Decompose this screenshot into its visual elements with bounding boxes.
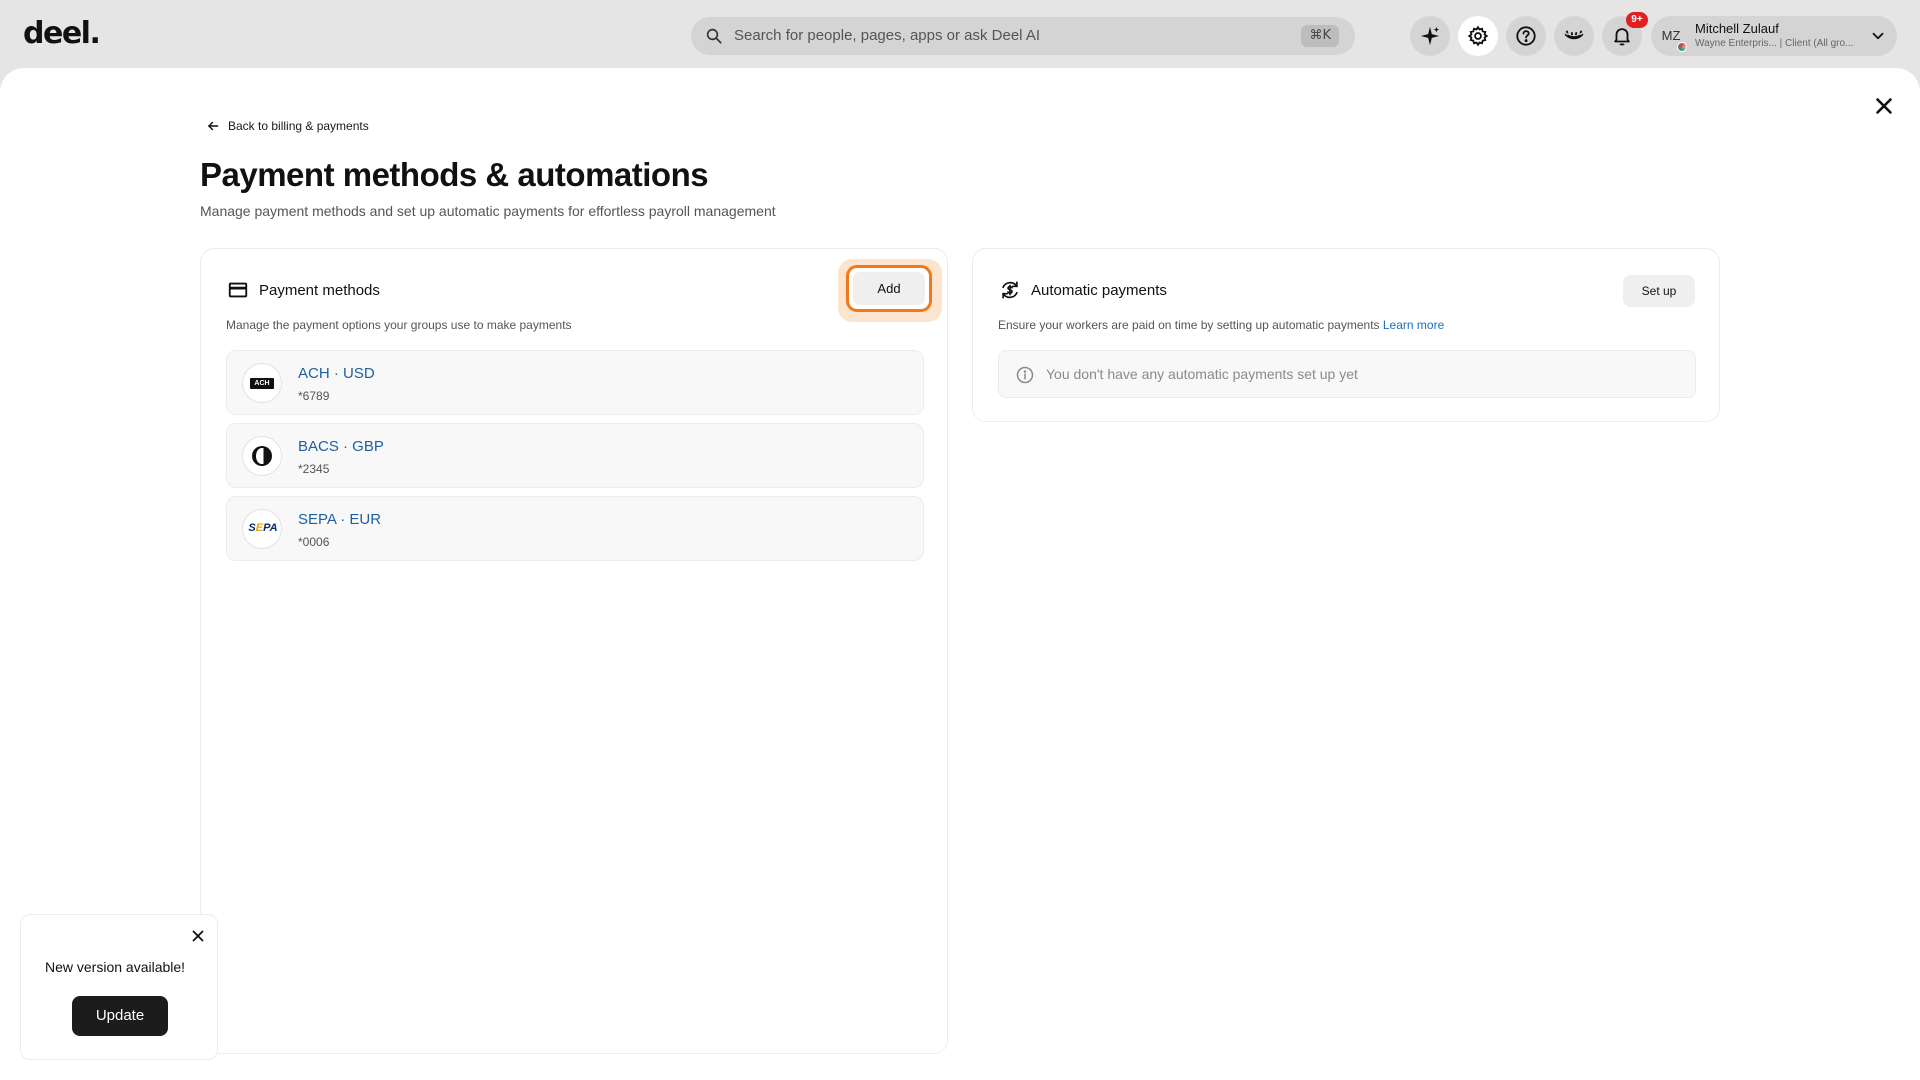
notifications-button[interactable]: 9+ <box>1602 12 1648 56</box>
payment-method-ach[interactable]: ACH ACH · USD *6789 <box>226 350 924 415</box>
empty-state: You don't have any automatic payments se… <box>998 350 1696 398</box>
learn-more-link[interactable]: Learn more <box>1383 318 1444 332</box>
payment-method-name: SEPA · EUR <box>298 511 382 528</box>
back-link[interactable]: Back to billing & payments <box>206 119 369 133</box>
ai-button[interactable] <box>1410 16 1450 56</box>
search-placeholder: Search for people, pages, apps or ask De… <box>734 27 1041 44</box>
payment-method-number: *6789 <box>298 389 330 403</box>
search-bar[interactable]: Search for people, pages, apps or ask De… <box>691 17 1355 55</box>
payment-method-number: *0006 <box>298 535 330 549</box>
automatic-payments-card: Automatic payments Set up Ensure your wo… <box>972 248 1720 422</box>
setup-automatic-payments-button[interactable]: Set up <box>1623 275 1695 307</box>
payment-method-sepa[interactable]: SEPA SEPA · EUR *0006 <box>226 496 924 561</box>
user-menu[interactable]: MZ Mitchell Zulauf Wayne Enterpris... | … <box>1651 16 1897 56</box>
back-link-label: Back to billing & payments <box>228 119 369 133</box>
credit-card-icon <box>228 282 248 298</box>
info-icon <box>1016 366 1034 384</box>
chevron-down-icon <box>1872 32 1884 40</box>
deel-logo[interactable]: deel. <box>23 16 101 51</box>
update-button[interactable]: Update <box>72 996 168 1036</box>
org-badge-icon <box>1677 42 1687 52</box>
page-subtitle: Manage payment methods and set up automa… <box>200 203 776 219</box>
bacs-logo-icon <box>242 436 282 476</box>
add-payment-method-button[interactable]: Add <box>846 265 932 312</box>
payment-methods-card: Payment methods Add Manage the payment o… <box>200 248 948 1054</box>
settings-button[interactable] <box>1458 16 1498 56</box>
add-button-label: Add <box>853 272 925 305</box>
search-shortcut: ⌘K <box>1301 25 1339 47</box>
payment-method-name: BACS · GBP <box>298 438 384 455</box>
arrow-left-icon <box>208 121 219 131</box>
page-title: Payment methods & automations <box>200 156 709 193</box>
help-button[interactable] <box>1506 16 1546 56</box>
empty-state-message: You don't have any automatic payments se… <box>1046 366 1358 382</box>
recurring-payment-icon <box>1002 281 1018 299</box>
automatic-payments-description-text: Ensure your workers are paid on time by … <box>998 318 1380 332</box>
payment-method-number: *2345 <box>298 462 330 476</box>
help-icon <box>1516 26 1536 46</box>
sepa-logo-text: SEPA <box>248 522 278 534</box>
bacs-symbol-icon <box>252 446 272 466</box>
search-icon <box>706 28 722 44</box>
toast-message: New version available! <box>45 959 186 975</box>
user-subtitle: Wayne Enterpris... | Client (All gro... <box>1695 38 1854 49</box>
close-icon[interactable] <box>189 927 207 945</box>
user-name: Mitchell Zulauf <box>1695 21 1779 36</box>
notification-badge: 9+ <box>1626 12 1648 28</box>
sepa-logo-icon: SEPA <box>242 509 282 549</box>
privacy-toggle-button[interactable] <box>1554 16 1594 56</box>
payment-methods-header: Payment methods <box>227 279 380 301</box>
payment-method-bacs[interactable]: BACS · GBP *2345 <box>226 423 924 488</box>
payment-methods-title: Payment methods <box>259 281 380 299</box>
update-toast: New version available! Update <box>20 914 218 1060</box>
main-sheet: Back to billing & payments Payment metho… <box>0 68 1920 1080</box>
automatic-payments-header: Automatic payments <box>999 279 1167 301</box>
gear-icon <box>1467 25 1489 47</box>
closed-eye-icon <box>1564 30 1584 40</box>
ach-logo-text: ACH <box>250 378 274 389</box>
ach-logo-icon: ACH <box>242 363 282 403</box>
top-bar: deel. Search for people, pages, apps or … <box>0 0 1920 68</box>
automatic-payments-title: Automatic payments <box>1031 281 1167 299</box>
close-icon[interactable] <box>1871 93 1897 119</box>
payment-methods-description: Manage the payment options your groups u… <box>226 318 572 332</box>
bell-icon <box>1614 28 1630 46</box>
sparkle-icon <box>1420 26 1440 46</box>
automatic-payments-description: Ensure your workers are paid on time by … <box>998 318 1444 332</box>
payment-method-name: ACH · USD <box>298 365 375 382</box>
